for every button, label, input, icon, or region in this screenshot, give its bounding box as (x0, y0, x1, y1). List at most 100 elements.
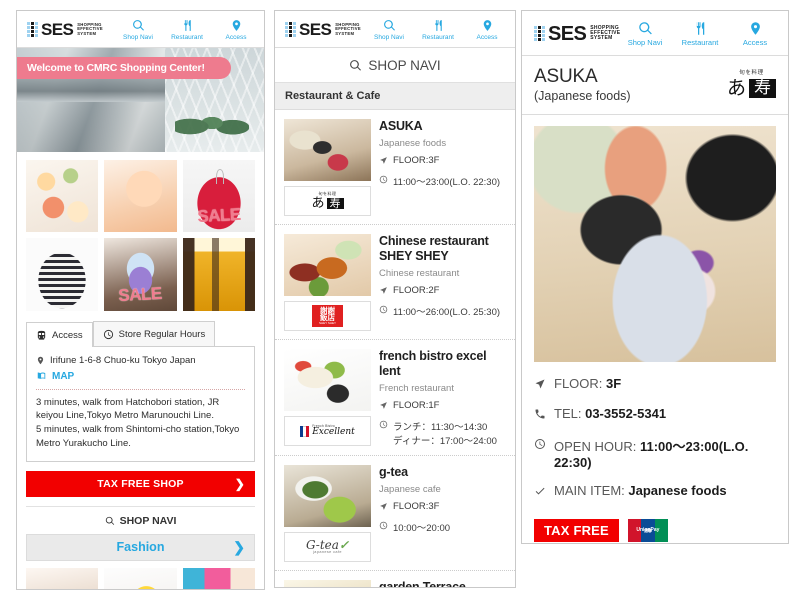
clock-icon (379, 304, 388, 317)
home-shop-navi-heading[interactable]: SHOP NAVI (17, 507, 264, 534)
section-header-restaurant-cafe: Restaurant & Cafe (275, 83, 515, 110)
restaurant-thumbnail (284, 234, 371, 296)
list-item[interactable]: garden Terrace cafe (275, 571, 515, 588)
restaurant-logo-shey-shey: 謝謝 飯店 SHEY SHEY (284, 301, 371, 331)
nav-label-shop-navi: Shop Navi (123, 34, 153, 41)
location-arrow-icon (379, 400, 388, 413)
category-bar-fashion[interactable]: Fashion ❯ (26, 533, 255, 561)
nav-label-shop-navi: Shop Navi (627, 38, 663, 47)
map-link-label[interactable]: MAP (52, 371, 74, 382)
photo-tile-appetizer[interactable] (26, 160, 99, 233)
ses-logo[interactable]: SES SHOPPING EFFECTIVE SYSTEM (27, 21, 103, 38)
nav-label-access: Access (225, 34, 247, 41)
restaurant-hours-row: 10:00〜20:00 (379, 520, 506, 534)
clock-icon (379, 419, 388, 432)
restaurant-list: 旬を料理 あ寿 ASUKA Japanese foods FLOOR:3F 11… (275, 110, 515, 588)
logo-wordmark: SES (548, 22, 587, 45)
restaurant-info: Chinese restaurant SHEY SHEY Chinese res… (379, 234, 506, 331)
category-photo-kids[interactable] (104, 567, 177, 589)
detail-title-block: ASUKA (Japanese foods) (534, 66, 631, 103)
nav-item-shop-navi[interactable]: Shop Navi (118, 18, 158, 41)
restaurant-info: garden Terrace cafe (379, 580, 506, 588)
list-item[interactable]: 旬を料理 あ寿 ASUKA Japanese foods FLOOR:3F 11… (275, 110, 515, 225)
detail-logo-block-glyph: 寿 (749, 78, 776, 98)
restaurant-name: french bistro excel lent (379, 349, 487, 378)
shop-navi-search-bar[interactable]: SHOP NAVI (275, 48, 515, 83)
restaurant-floor-row: FLOOR:2F (379, 285, 506, 298)
nav-label-access: Access (742, 38, 768, 47)
list-item[interactable]: G-tea✓ japanese cafe g-tea Japanese cafe… (275, 456, 515, 571)
category-photo-furniture[interactable] (182, 567, 255, 589)
nav-item-shop-navi[interactable]: Shop Navi (622, 20, 668, 47)
nav-item-access[interactable]: Access (732, 20, 778, 47)
detail-value-floor: 3F (606, 376, 622, 392)
app-header-navi: SES SHOPPING EFFECTIVE SYSTEM Shop Navi (275, 11, 515, 48)
logo-dots-icon (27, 22, 38, 37)
logo-tagline: SHOPPING EFFECTIVE SYSTEM (335, 21, 361, 36)
restaurant-hours: 10:00〜20:00 (393, 523, 451, 534)
restaurant-logo-g-tea: G-tea✓ japanese cafe (284, 532, 371, 562)
logo-dots-icon (285, 22, 296, 37)
restaurant-logo-asuka: 旬を料理 あ寿 (284, 186, 371, 216)
location-arrow-icon (534, 376, 546, 393)
nav-label-access: Access (476, 34, 498, 41)
map-pin-icon (481, 18, 494, 33)
search-bar-label: SHOP NAVI (368, 58, 441, 73)
list-item[interactable]: 謝謝 飯店 SHEY SHEY Chinese restaurant SHEY … (275, 225, 515, 340)
nav-item-access[interactable]: Access (216, 18, 256, 41)
restaurant-genre: Japanese foods (379, 138, 447, 149)
detail-value-main-item: Japanese foods (628, 483, 727, 499)
detail-value-tel[interactable]: 03-3552-5341 (585, 406, 666, 421)
shop-navi-label: SHOP NAVI (119, 514, 177, 527)
cutlery-icon (693, 20, 708, 37)
nav-item-access[interactable]: Access (467, 18, 507, 41)
photo-tile-striped-tshirt[interactable] (26, 238, 99, 311)
restaurant-info: ASUKA Japanese foods FLOOR:3F 11:00〜23:0… (379, 119, 506, 216)
map-link-row[interactable]: MAP (36, 371, 245, 382)
restaurant-name: g-tea (379, 465, 408, 479)
restaurant-media (284, 580, 371, 587)
restaurant-thumbnail (284, 349, 371, 411)
nav-item-shop-navi[interactable]: Shop Navi (369, 18, 409, 41)
screenshot-stage: SES SHOPPING EFFECTIVE SYSTEM Shop Navi (0, 0, 800, 600)
map-pin-icon (36, 355, 45, 368)
nav-label-restaurant: Restaurant (681, 38, 719, 47)
nav-item-restaurant[interactable]: Restaurant (167, 18, 207, 41)
sale-label: SALE (196, 205, 241, 227)
page-title: ASUKA (534, 66, 598, 87)
detail-label-floor: FLOOR: (554, 376, 603, 392)
tab-access[interactable]: Access (26, 321, 93, 347)
photo-tile-red-tshirt[interactable]: SALE (182, 160, 255, 233)
nav-item-restaurant[interactable]: Restaurant (418, 18, 458, 41)
nav-item-restaurant[interactable]: Restaurant (677, 20, 723, 47)
detail-label-main-item: MAIN ITEM: (554, 483, 625, 499)
photo-tile-drink[interactable] (104, 160, 177, 233)
detail-logo-brush-glyph: あ (726, 76, 746, 99)
info-tabs-wrap: Access Store Regular Hours Irifune 1-6-8… (17, 319, 264, 462)
unionpay-badge[interactable]: UnionPay 銀聯 (627, 519, 668, 543)
chevron-right-icon: ❯ (234, 476, 245, 491)
photo-tile-parfait[interactable]: SALE (104, 238, 177, 311)
map-pin-icon (748, 20, 763, 37)
restaurant-media: French Bistro Excellent (284, 349, 371, 447)
tab-store-regular-hours[interactable]: Store Regular Hours (92, 320, 216, 346)
tax-free-shop-label: TAX FREE SHOP (97, 477, 184, 490)
tax-free-shop-button[interactable]: TAX FREE SHOP ❯ (26, 470, 255, 497)
ses-logo[interactable]: SES SHOPPING EFFECTIVE SYSTEM (285, 21, 361, 38)
list-item[interactable]: French Bistro Excellent french bistro ex… (275, 340, 515, 456)
home-panel: SES SHOPPING EFFECTIVE SYSTEM Shop Navi (16, 10, 265, 590)
restaurant-genre: Chinese restaurant (379, 268, 460, 279)
ses-logo[interactable]: SES SHOPPING EFFECTIVE SYSTEM (534, 24, 620, 44)
restaurant-detail-panel: SES SHOPPING EFFECTIVE SYSTEM Shop Navi (521, 10, 789, 544)
restaurant-name: garden Terrace (379, 580, 466, 588)
category-photo-gifts[interactable] (26, 567, 99, 589)
tax-free-badge[interactable]: TAX FREE (534, 519, 619, 543)
category-label: Fashion (116, 540, 165, 555)
header-nav: Shop Navi Restaurant Access (622, 20, 778, 47)
photo-tile-beer[interactable] (182, 238, 255, 311)
detail-label-open-hour: OPEN HOUR: (554, 439, 637, 455)
restaurant-thumbnail (284, 465, 371, 527)
unionpay-label-top: UnionPay (636, 527, 660, 534)
nav-label-shop-navi: Shop Navi (374, 34, 404, 41)
access-directions: 3 minutes, walk from Hatchobori station,… (36, 396, 240, 449)
